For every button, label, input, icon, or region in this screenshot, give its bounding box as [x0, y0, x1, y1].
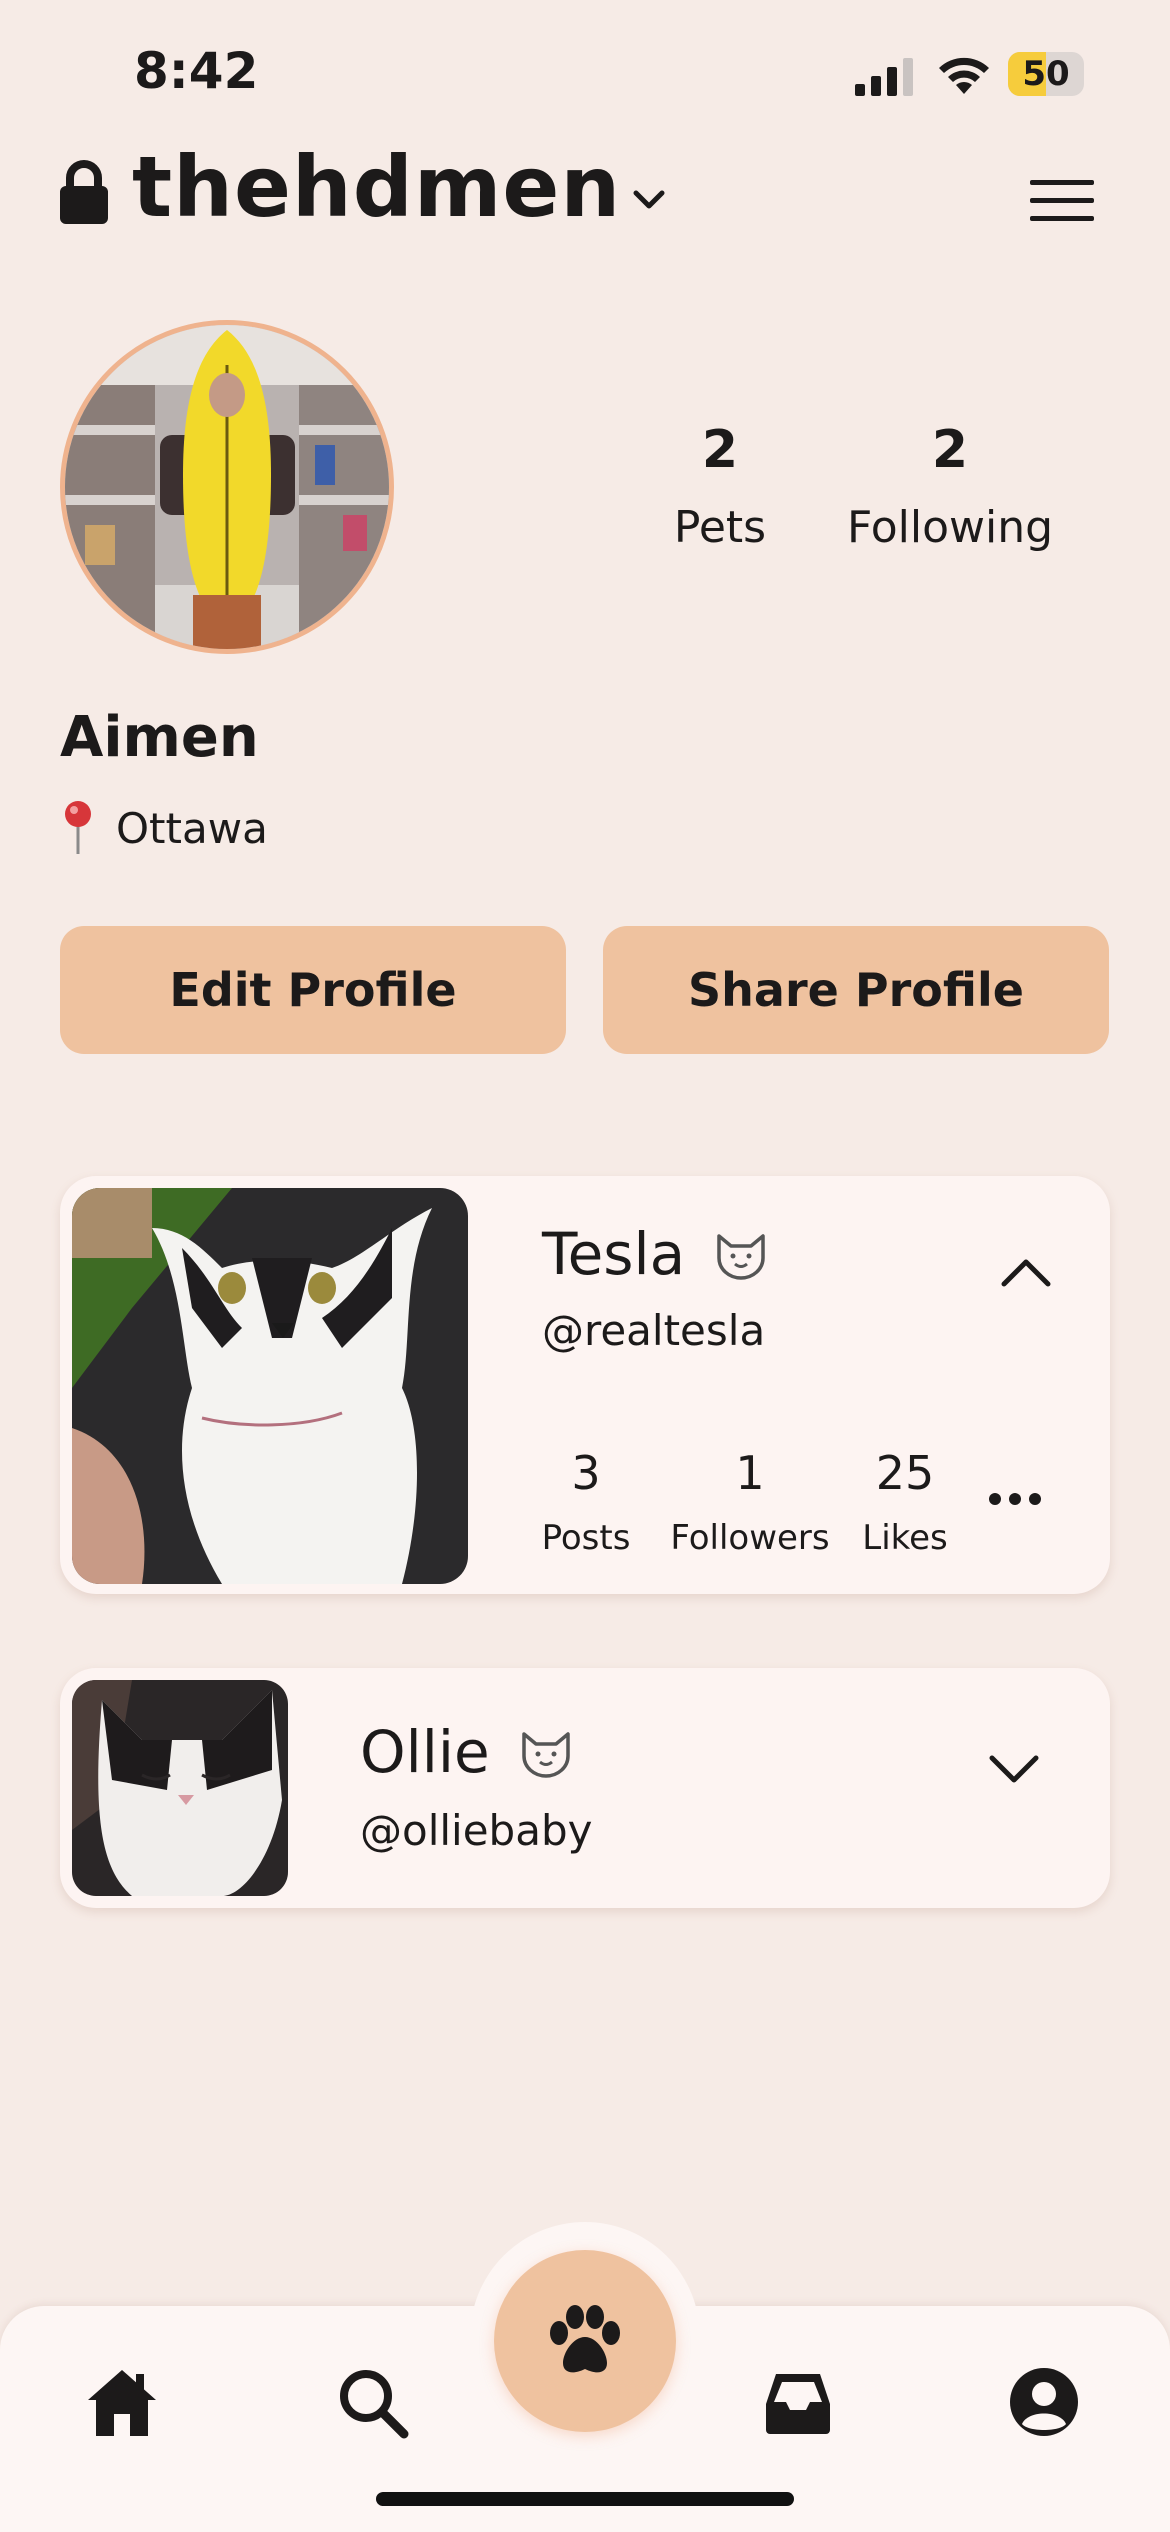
chevron-down-icon[interactable]: [988, 1754, 1040, 1786]
cat-icon: [717, 1234, 765, 1280]
lock-icon: [60, 160, 108, 224]
pet-photo: [72, 1680, 288, 1896]
inbox-icon[interactable]: [760, 2364, 836, 2440]
paw-button[interactable]: [494, 2250, 676, 2432]
home-indicator: [376, 2492, 794, 2506]
stat-value: 2: [931, 420, 969, 480]
cat-icon: [521, 1732, 570, 1778]
pet-stat-posts[interactable]: 3 Posts: [526, 1446, 646, 1558]
pet-handle: @realtesla: [542, 1306, 766, 1355]
edit-profile-button[interactable]: Edit Profile: [60, 926, 566, 1054]
search-icon[interactable]: [334, 2364, 410, 2440]
profile-name: Aimen: [60, 705, 259, 770]
account-username[interactable]: thehdmen: [132, 138, 621, 236]
pet-stat-value: 1: [735, 1446, 765, 1500]
pet-name-text: Tesla: [542, 1220, 686, 1288]
pet-name-text: Ollie: [360, 1718, 490, 1786]
pet-stat-value: 3: [571, 1446, 601, 1500]
stat-label: Pets: [673, 502, 767, 553]
hamburger-menu-icon[interactable]: [1030, 178, 1094, 224]
stat-following[interactable]: 2 Following: [840, 420, 1060, 553]
chevron-down-icon[interactable]: [632, 188, 666, 212]
status-time: 8:42: [134, 42, 259, 100]
pet-photo: [72, 1188, 468, 1584]
battery-indicator: 50: [1008, 52, 1088, 98]
avatar-photo: [65, 325, 389, 649]
share-profile-button[interactable]: Share Profile: [603, 926, 1109, 1054]
location: Ottawa: [62, 800, 268, 856]
pet-name: Tesla: [542, 1220, 771, 1288]
wifi-icon: [939, 57, 989, 94]
stat-pets[interactable]: 2 Pets: [650, 420, 790, 553]
chevron-up-icon[interactable]: [1000, 1256, 1052, 1288]
paw-icon: [550, 2305, 620, 2373]
cellular-signal-icon: [855, 58, 913, 96]
home-icon[interactable]: [84, 2364, 160, 2440]
pet-stat-label: Likes: [862, 1518, 948, 1558]
stat-value: 2: [701, 420, 739, 480]
pet-stat-label: Followers: [670, 1518, 830, 1558]
pet-stat-likes[interactable]: 25 Likes: [850, 1446, 960, 1558]
profile-icon[interactable]: [1006, 2364, 1082, 2440]
pet-stat-followers[interactable]: 1 Followers: [660, 1446, 840, 1558]
stat-label: Following: [846, 502, 1054, 553]
avatar[interactable]: [60, 320, 394, 654]
location-text: Ottawa: [116, 803, 268, 853]
pin-icon: [65, 801, 91, 854]
pet-card-tesla[interactable]: Tesla @realtesla 3 Posts 1 Followers 25 …: [60, 1176, 1110, 1594]
battery-percent: 50: [1022, 54, 1070, 94]
pet-stat-label: Posts: [541, 1518, 631, 1558]
pet-card-ollie[interactable]: Ollie @olliebaby: [60, 1668, 1110, 1908]
pet-name: Ollie: [360, 1718, 576, 1786]
pet-stat-value: 25: [875, 1446, 935, 1500]
more-options-icon[interactable]: [988, 1492, 1042, 1506]
pet-handle: @olliebaby: [360, 1806, 593, 1855]
